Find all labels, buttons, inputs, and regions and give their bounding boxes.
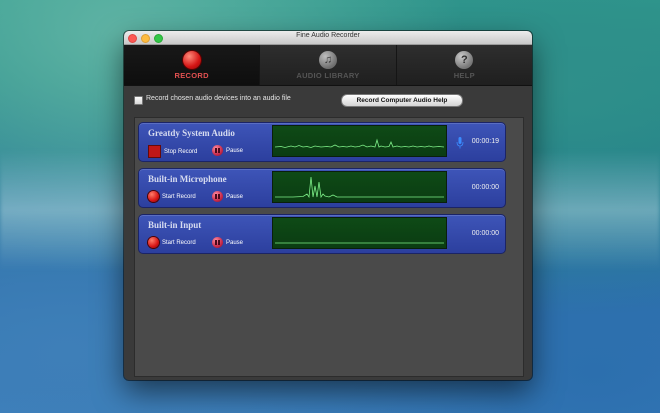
options-row: Record chosen audio devices into an audi… [134,94,524,109]
pause-label: Pause [226,147,244,154]
start-record-label: Start Record [162,193,196,200]
record-to-file-label: Record chosen audio devices into an audi… [146,95,291,102]
devices-panel: Greatdy System Audio Stop Record Pause 0… [134,117,524,377]
tab-help-label: HELP [453,70,475,80]
record-icon [182,50,201,69]
pause-icon [212,145,223,156]
pause-button[interactable]: Pause [212,191,243,202]
app-window: Fine Audio Recorder RECORD ♫ AUDIO LIBRA… [124,31,532,380]
stop-record-button[interactable]: Stop Record [148,145,197,158]
start-record-button[interactable]: Start Record [148,237,196,248]
tab-record[interactable]: RECORD [124,45,261,85]
tab-audio-library[interactable]: ♫ AUDIO LIBRARY [260,45,397,85]
start-record-button[interactable]: Start Record [148,191,196,202]
pause-icon [212,191,223,202]
pause-label: Pause [226,239,244,246]
waveform-display [272,217,447,249]
waveform-display [272,171,447,203]
recording-timer: 00:00:00 [471,184,499,191]
pause-icon [212,237,223,248]
device-row-builtin-input: Built-in Input Start Record Pause 00:00:… [138,214,506,254]
pause-button[interactable]: Pause [212,237,243,248]
tab-record-label: RECORD [174,70,209,80]
start-record-label: Start Record [162,239,196,246]
microphone-icon [456,136,464,149]
recording-timer: 00:00:00 [471,230,499,237]
question-icon: ? [455,50,474,69]
device-name: Greatdy System Audio [148,128,235,138]
tab-bar: RECORD ♫ AUDIO LIBRARY ? HELP [124,45,532,86]
device-name: Built-in Microphone [148,174,227,184]
tab-audio-library-label: AUDIO LIBRARY [296,70,360,80]
record-icon [148,191,159,202]
tab-help[interactable]: ? HELP [397,45,532,85]
record-computer-audio-help-button[interactable]: Record Computer Audio Help [341,94,463,107]
window-title: Fine Audio Recorder [296,32,360,39]
device-row-system-audio: Greatdy System Audio Stop Record Pause 0… [138,122,506,162]
device-row-builtin-microphone: Built-in Microphone Start Record Pause 0… [138,168,506,208]
device-name: Built-in Input [148,220,202,230]
record-icon [148,237,159,248]
pause-button[interactable]: Pause [212,145,243,156]
waveform-display [272,125,447,157]
pause-label: Pause [226,193,244,200]
record-to-file-checkbox[interactable] [134,96,143,105]
title-bar: Fine Audio Recorder [124,31,532,45]
stop-icon [148,145,161,158]
recording-timer: 00:00:19 [471,138,499,145]
stop-record-label: Stop Record [164,148,198,155]
music-note-icon: ♫ [318,50,337,69]
